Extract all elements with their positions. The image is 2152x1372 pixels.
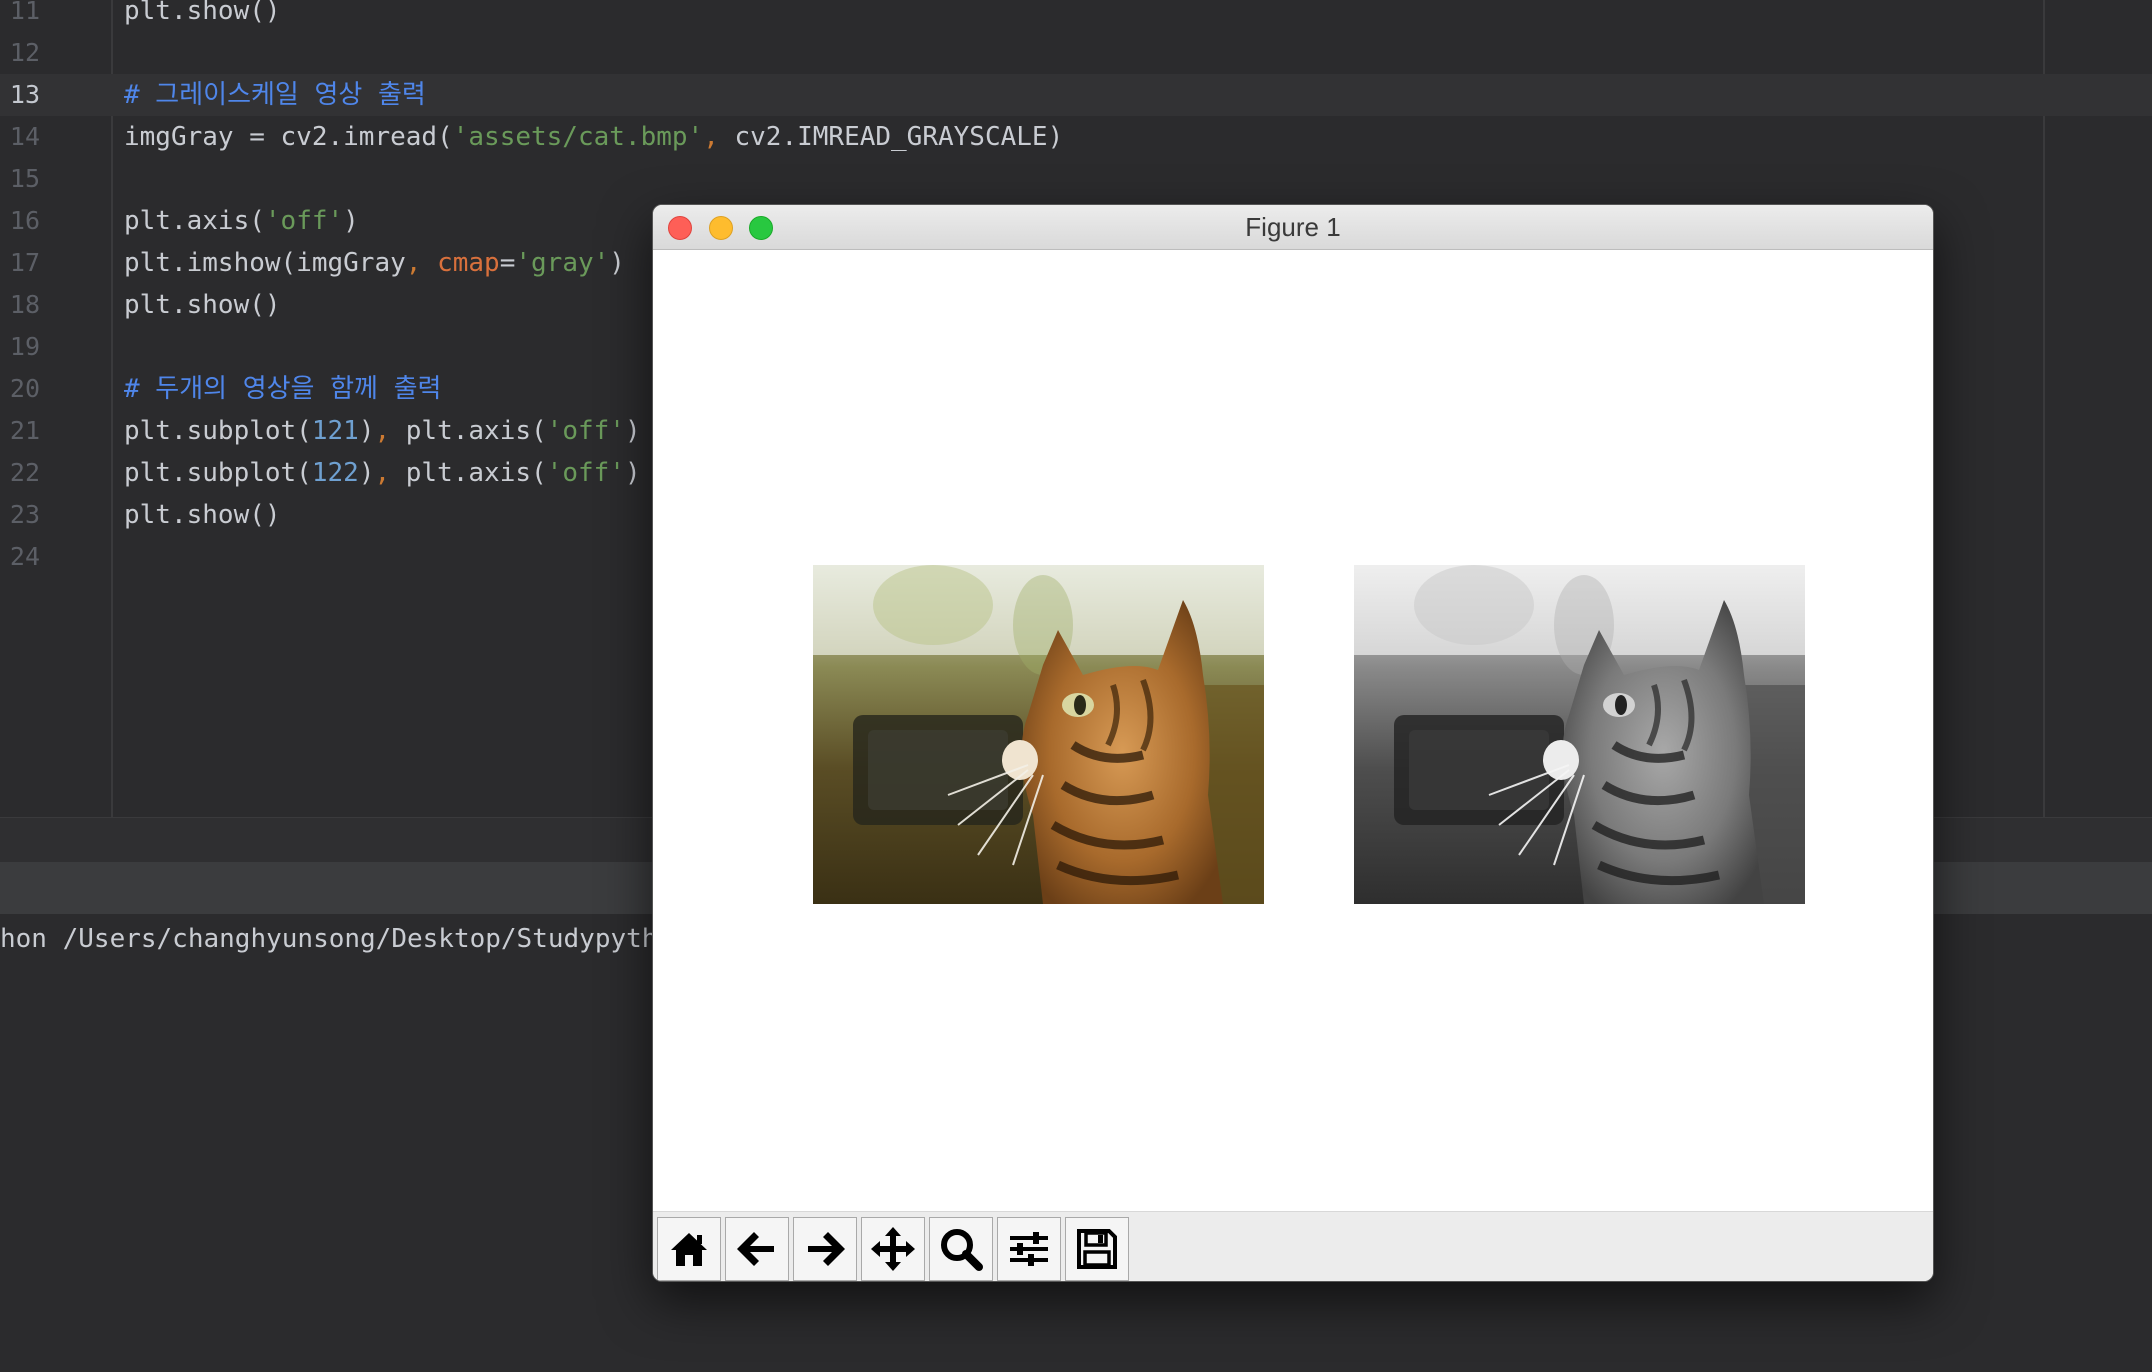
grayscale-cat-image bbox=[1354, 565, 1805, 904]
code-line[interactable]: 15 bbox=[0, 158, 2152, 200]
line-number: 12 bbox=[9, 38, 40, 67]
window-title: Figure 1 bbox=[1245, 212, 1341, 242]
figure-canvas[interactable] bbox=[653, 250, 1933, 1213]
forward-arrow-icon bbox=[808, 1232, 845, 1266]
code-line[interactable]: 12 bbox=[0, 32, 2152, 74]
line-number: 17 bbox=[9, 248, 40, 277]
console-output: hon /Users/changhyunsong/Desktop/Studypy… bbox=[0, 924, 658, 954]
code-text: plt.show() bbox=[124, 290, 281, 320]
line-number: 21 bbox=[9, 416, 40, 445]
code-line[interactable]: 11 plt.show() bbox=[0, 0, 2152, 32]
navigation-toolbar bbox=[653, 1211, 1933, 1281]
code-text: plt.axis('off') bbox=[124, 206, 359, 236]
configure-subplots-button[interactable] bbox=[997, 1217, 1061, 1281]
code-text: plt.show() bbox=[124, 0, 281, 26]
code-text: plt.show() bbox=[124, 500, 281, 530]
pan-button[interactable] bbox=[861, 1217, 925, 1281]
color-cat-image bbox=[813, 565, 1264, 904]
window-titlebar[interactable]: Figure 1 bbox=[653, 205, 1933, 250]
line-number: 14 bbox=[9, 122, 40, 151]
back-arrow-icon bbox=[737, 1232, 774, 1266]
code-line[interactable]: 14 imgGray = cv2.imread('assets/cat.bmp'… bbox=[0, 116, 2152, 158]
save-button[interactable] bbox=[1065, 1217, 1129, 1281]
line-number: 23 bbox=[9, 500, 40, 529]
line-number: 13 bbox=[9, 80, 40, 109]
code-text: plt.subplot(122), plt.axis('off') bbox=[124, 458, 641, 488]
code-comment: # 두개의 영상을 함께 출력 bbox=[124, 374, 442, 404]
home-button[interactable] bbox=[657, 1217, 721, 1281]
zoom-button[interactable] bbox=[929, 1217, 993, 1281]
line-number: 20 bbox=[9, 374, 40, 403]
code-comment: # 그레이스케일 영상 출력 bbox=[124, 80, 426, 110]
code-text: plt.imshow(imgGray, cmap='gray') bbox=[124, 248, 625, 278]
zoom-magnifier-icon bbox=[941, 1229, 983, 1271]
line-number: 19 bbox=[9, 332, 40, 361]
line-number: 22 bbox=[9, 458, 40, 487]
code-text: plt.subplot(121), plt.axis('off') bbox=[124, 416, 641, 446]
figure-window[interactable]: Figure 1 bbox=[652, 204, 1934, 1282]
line-number: 15 bbox=[9, 164, 40, 193]
line-number: 24 bbox=[9, 542, 40, 571]
home-icon bbox=[671, 1233, 707, 1266]
line-number: 16 bbox=[9, 206, 40, 235]
back-button[interactable] bbox=[725, 1217, 789, 1281]
forward-button[interactable] bbox=[793, 1217, 857, 1281]
configure-subplots-icon bbox=[1010, 1232, 1048, 1266]
code-line-current[interactable]: 13 # 그레이스케일 영상 출력 bbox=[0, 74, 2152, 116]
code-text: imgGray = cv2.imread('assets/cat.bmp', c… bbox=[124, 122, 1064, 152]
save-floppy-icon bbox=[1077, 1229, 1117, 1269]
minimize-window-button[interactable] bbox=[709, 216, 733, 240]
line-number: 11 bbox=[9, 0, 40, 25]
line-number: 18 bbox=[9, 290, 40, 319]
close-window-button[interactable] bbox=[668, 216, 692, 240]
pan-move-icon bbox=[871, 1227, 915, 1271]
maximize-window-button[interactable] bbox=[749, 216, 773, 240]
